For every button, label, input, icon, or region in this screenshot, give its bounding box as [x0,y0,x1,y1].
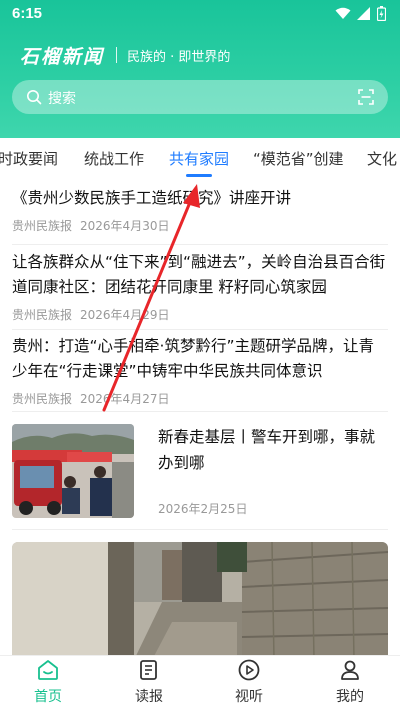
app-logo: 石榴新闻 [20,45,105,68]
search-bar[interactable]: 搜索 [12,80,388,114]
news-thumbnail [12,424,134,518]
image-news-item[interactable]: 新春走基层丨警车开到哪，事就办到哪 2026年2月25日 [12,424,388,518]
nav-newspaper-label: 读报 [135,689,163,705]
news-meta: 贵州民族报 2026年4月27日 [12,390,388,407]
app-header: 6:15 石榴新闻 民族的 · 即世界的 搜索 [0,0,400,138]
nav-video[interactable]: 视听 [219,658,279,706]
news-date: 2026年4月29日 [80,308,170,322]
nav-profile[interactable]: 我的 [320,658,380,706]
nav-video-label: 视听 [235,689,263,705]
news-title: 贵州：打造“心手相牵·筑梦黔行”主题研学品牌，让青少年在“行走课堂”中铸牢中华民… [12,337,374,380]
newspaper-icon [140,660,157,680]
brand-row: 石榴新闻 民族的 · 即世界的 [20,42,230,68]
wifi-icon [335,7,351,19]
divider [12,244,388,245]
news-source: 贵州民族报 [12,219,73,233]
app-slogan: 民族的 · 即世界的 [127,49,231,65]
status-icons [335,6,386,21]
status-time: 6:15 [12,5,43,22]
scan-icon[interactable] [358,89,374,105]
news-title: 让各族群众从“住下来”到“融进去”，关岭自治县百合街道同康社区：团结花开同康里 … [12,253,386,296]
news-item[interactable]: 贵州：打造“心手相牵·筑梦黔行”主题研学品牌，让青少年在“行走课堂”中铸牢中华民… [12,334,388,407]
user-icon [341,660,359,680]
nav-newspaper[interactable]: 读报 [119,658,179,706]
search-placeholder: 搜索 [48,91,76,107]
home-icon [38,660,58,680]
nav-home-label: 首页 [34,689,62,705]
tab-gongyoujiayuan[interactable]: 共有家园 [169,148,229,169]
play-icon [238,659,260,681]
news-title: 新春走基层丨警车开到哪，事就办到哪 [158,428,376,472]
battery-icon [377,6,386,21]
nav-home[interactable]: 首页 [18,658,78,706]
active-tab-indicator [186,174,212,177]
tab-wenhua[interactable]: 文化 [367,148,397,169]
news-item[interactable]: 《贵州少数民族手工造纸研究》讲座开讲 贵州民族报 2026年4月30日 [12,186,388,234]
brand-divider [116,47,118,63]
category-tabs: 时政要闻 统战工作 共有家园 “模范省”创建 文化 [0,138,400,178]
news-source: 贵州民族报 [12,392,73,406]
tab-mofansheng[interactable]: “模范省”创建 [253,148,344,169]
bottom-nav: 首页 读报 视听 我的 [0,655,400,711]
nav-profile-label: 我的 [336,689,364,705]
featured-photo[interactable] [12,542,388,660]
signal-icon [357,7,370,20]
news-meta: 贵州民族报 2026年4月29日 [12,306,388,323]
search-icon [27,90,42,105]
news-date: 2026年4月30日 [80,219,170,233]
divider [12,329,388,330]
news-date: 2026年4月27日 [80,392,170,406]
news-title: 《贵州少数民族手工造纸研究》讲座开讲 [12,189,292,207]
divider [12,411,388,412]
news-date: 2026年2月25日 [158,502,248,516]
news-meta: 贵州民族报 2026年4月30日 [12,217,388,234]
tab-shizheng[interactable]: 时政要闻 [0,148,58,169]
divider [12,529,388,530]
news-source: 贵州民族报 [12,308,73,322]
tab-tongzhan[interactable]: 统战工作 [84,148,144,169]
status-bar: 6:15 [0,0,400,30]
news-item[interactable]: 让各族群众从“住下来”到“融进去”，关岭自治县百合街道同康社区：团结花开同康里 … [12,250,388,323]
